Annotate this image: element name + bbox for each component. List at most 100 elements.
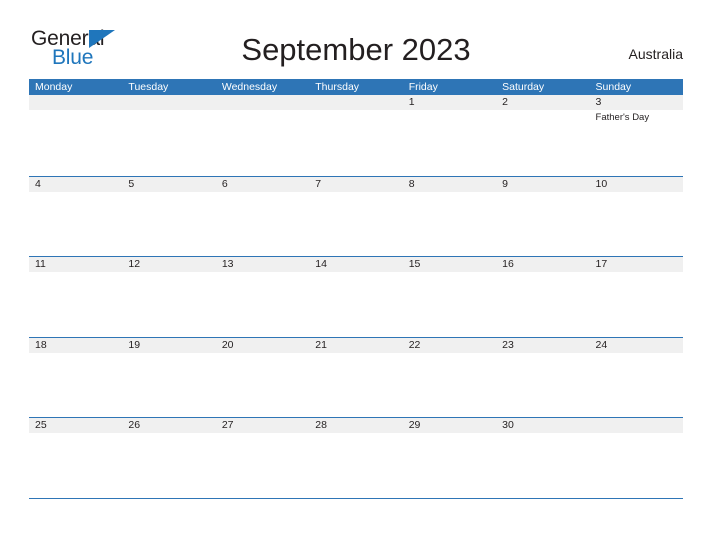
calendar-week-cells: 1 2 3 Father's Day [29,95,683,176]
calendar-day-number: 3 [595,96,602,108]
calendar-day-band [309,176,403,192]
calendar-day-cell[interactable]: 4 [29,176,123,257]
calendar-day-number: 27 [221,419,234,431]
calendar-day-number: 9 [502,177,508,190]
page-header: General Blue September 2023 Australia [0,0,712,78]
calendar-day-cell[interactable]: 2 [496,95,590,176]
calendar-day-cell[interactable]: 16 [496,257,590,337]
calendar-week-row: 25 26 27 28 29 30 [29,417,683,498]
calendar-day-cell-empty[interactable] [29,95,123,176]
calendar-day-number: 5 [128,177,135,190]
calendar-day-band [496,176,590,192]
calendar-day-number: 4 [35,177,41,190]
calendar-day-number: 11 [35,258,46,270]
calendar-day-cell[interactable]: 27 [215,418,310,498]
calendar-day-band [402,176,497,192]
calendar-day-number: 17 [595,258,608,270]
calendar-day-cell[interactable]: 19 [122,337,216,418]
calendar-day-number: 29 [408,419,421,431]
calendar-weeks: 1 2 3 Father's Day 4 5 6 7 8 9 10 11 12 13 14 15 16 17 18 1… [29,95,683,498]
region-label: Australia [628,46,683,62]
calendar-day-number: 7 [315,177,322,190]
page-title: September 2023 [241,32,471,67]
calendar-day-number: 14 [315,258,327,270]
calendar-week-cells: 11 12 13 14 15 16 17 [29,257,683,337]
calendar-day-cell[interactable]: 7 [309,176,403,257]
calendar-day-cell[interactable]: 18 [29,337,123,418]
calendar-day-events: Father's Day [596,112,680,124]
calendar-week-cells: 18 19 20 21 22 23 24 [29,337,683,418]
calendar-page: General Blue September 2023 Australia Mo… [0,0,712,550]
calendar-day-cell[interactable]: 21 [309,337,403,418]
calendar-day-number: 10 [595,177,608,190]
calendar-day-number: 13 [221,258,234,270]
calendar-day-number: 8 [408,177,415,190]
calendar-day-cell[interactable]: 1 [402,95,497,176]
calendar-day-cell[interactable]: 26 [122,418,216,498]
calendar-day-cell[interactable]: 29 [402,418,497,498]
weekday-header-monday: Monday [35,81,73,93]
calendar-day-number: 6 [221,177,228,190]
calendar-day-cell[interactable]: 23 [496,337,590,418]
calendar-day-number: 18 [35,338,47,351]
calendar-week-cells: 25 26 27 28 29 30 [29,418,683,498]
weekday-header-wednesday: Wednesday [221,81,278,93]
calendar-week-cells: 4 5 6 7 8 9 10 [29,176,683,257]
calendar-day-band [589,95,683,110]
calendar-week-row: 1 2 3 Father's Day [29,95,683,176]
calendar-week-row: 18 19 20 21 22 23 24 [29,336,683,418]
calendar-day-number: 21 [315,338,327,351]
calendar-day-cell[interactable]: 17 [589,257,683,337]
weekday-header-thursday: Thursday [315,81,360,93]
calendar-day-number: 23 [502,338,514,351]
calendar-day-cell[interactable]: 10 [589,176,683,257]
calendar-day-cell[interactable]: 12 [122,257,216,337]
calendar-day-number: 22 [408,338,421,351]
calendar-day-cell[interactable]: 20 [215,337,310,418]
calendar-day-band [309,95,403,110]
calendar-day-number: 16 [502,258,514,270]
weekday-header-sunday: Sunday [595,81,632,93]
weekday-header-saturday: Saturday [502,81,545,93]
calendar-day-cell-empty[interactable] [122,95,216,176]
calendar-day-number: 28 [315,419,327,431]
calendar-day-cell[interactable]: 15 [402,257,497,337]
calendar-day-cell[interactable]: 14 [309,257,403,337]
calendar-day-cell[interactable]: 30 [496,418,590,498]
calendar-bottom-border [29,497,683,499]
calendar-grid: Monday Tuesday Wednesday Thursday Friday… [29,79,683,499]
calendar-day-band [589,418,683,433]
calendar-day-cell[interactable]: 13 [215,257,310,337]
calendar-day-band [29,95,123,110]
calendar-day-number: 2 [502,96,508,108]
calendar-day-cell[interactable]: 6 [215,176,310,257]
calendar-day-band [496,95,590,110]
calendar-day-number: 26 [128,419,141,431]
calendar-day-cell[interactable]: 28 [309,418,403,498]
calendar-day-number: 20 [221,338,234,351]
calendar-day-number: 1 [408,96,415,108]
calendar-day-number: 15 [408,258,421,270]
calendar-day-band [215,95,310,110]
calendar-day-band [122,176,216,192]
calendar-week-row: 4 5 6 7 8 9 10 [29,175,683,257]
calendar-day-cell[interactable]: 3 Father's Day [589,95,683,176]
weekday-header-row: Monday Tuesday Wednesday Thursday Friday… [29,79,683,95]
calendar-event-label: Father's Day [595,112,650,123]
weekday-header-friday: Friday [408,81,438,93]
weekday-header-tuesday: Tuesday [128,81,169,93]
calendar-day-cell[interactable]: 5 [122,176,216,257]
calendar-day-band [215,176,310,192]
calendar-week-row: 11 12 13 14 15 16 17 [29,256,683,337]
calendar-day-cell-empty[interactable] [589,418,683,498]
calendar-day-cell[interactable]: 25 [29,418,123,498]
calendar-day-cell[interactable]: 22 [402,337,497,418]
calendar-day-cell[interactable]: 9 [496,176,590,257]
calendar-day-cell-empty[interactable] [215,95,310,176]
calendar-day-cell[interactable]: 11 [29,257,123,337]
calendar-day-cell-empty[interactable] [309,95,403,176]
calendar-day-band [29,176,123,192]
calendar-day-cell[interactable]: 24 [589,337,683,418]
calendar-day-band [402,95,497,110]
calendar-day-cell[interactable]: 8 [402,176,497,257]
